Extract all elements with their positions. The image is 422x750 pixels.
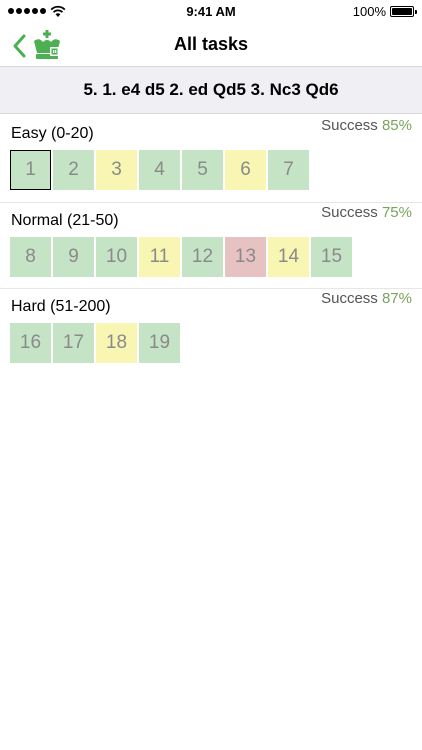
task-tile[interactable]: 15 bbox=[311, 237, 352, 277]
success-value: 75% bbox=[381, 204, 412, 221]
task-tile[interactable]: 11 bbox=[139, 237, 180, 277]
success-label: Success bbox=[321, 117, 378, 134]
task-tile[interactable]: 1 bbox=[10, 150, 51, 190]
section-normal: Normal (21-50) Success 75% 8 9 10 11 12 … bbox=[0, 202, 422, 288]
task-number: 12 bbox=[191, 246, 214, 267]
task-tile[interactable]: 17 bbox=[53, 323, 94, 363]
status-bar: 9:41 AM 100% bbox=[0, 0, 422, 24]
task-tile[interactable]: 2 bbox=[53, 150, 94, 190]
success-label: Success bbox=[321, 204, 378, 221]
task-number: 10 bbox=[105, 246, 128, 267]
section-easy: Easy (0-20) Success 85% 1 2 3 4 5 6 7 bbox=[0, 116, 422, 202]
section-title: Hard (51-200) bbox=[11, 298, 111, 315]
task-tile[interactable]: 3 bbox=[96, 150, 137, 190]
task-number: 16 bbox=[19, 332, 42, 353]
task-number: 1 bbox=[25, 159, 36, 180]
success-rate: Success 85% bbox=[321, 117, 412, 134]
task-number: 17 bbox=[62, 332, 85, 353]
task-tile[interactable]: 7 bbox=[268, 150, 309, 190]
battery-percentage: 100% bbox=[352, 4, 386, 19]
task-number: 8 bbox=[25, 246, 36, 267]
success-value: 85% bbox=[381, 117, 412, 134]
task-tile[interactable]: 14 bbox=[268, 237, 309, 277]
task-tile[interactable]: 16 bbox=[10, 323, 51, 363]
success-value: 87% bbox=[381, 290, 412, 307]
task-tile[interactable]: 19 bbox=[139, 323, 180, 363]
navigation-bar: All tasks bbox=[0, 24, 422, 66]
task-tile[interactable]: 10 bbox=[96, 237, 137, 277]
success-rate: Success 87% bbox=[321, 290, 412, 307]
task-tile[interactable]: 9 bbox=[53, 237, 94, 277]
lesson-title: 5. 1. e4 d5 2. ed Qd5 3. Nc3 Qd6 bbox=[0, 66, 422, 114]
task-number: 4 bbox=[154, 159, 165, 180]
task-tile[interactable]: 6 bbox=[225, 150, 266, 190]
section-title: Easy (0-20) bbox=[11, 125, 94, 142]
task-number: 2 bbox=[68, 159, 79, 180]
task-tile[interactable]: 12 bbox=[182, 237, 223, 277]
success-rate: Success 75% bbox=[321, 204, 412, 221]
task-tile[interactable]: 8 bbox=[10, 237, 51, 277]
page-title: All tasks bbox=[173, 34, 249, 54]
success-label: Success bbox=[321, 290, 378, 307]
task-tile[interactable]: 5 bbox=[182, 150, 223, 190]
task-grid: 1 2 3 4 5 6 7 bbox=[10, 150, 309, 190]
task-tile[interactable]: 13 bbox=[225, 237, 266, 277]
task-number: 7 bbox=[283, 159, 294, 180]
task-grid: 16 17 18 19 bbox=[10, 323, 180, 363]
task-grid: 8 9 10 11 12 13 14 15 bbox=[10, 237, 352, 277]
task-number: 3 bbox=[111, 159, 122, 180]
section-title: Normal (21-50) bbox=[11, 212, 119, 229]
task-tile[interactable]: 18 bbox=[96, 323, 137, 363]
task-number: 13 bbox=[234, 246, 257, 267]
task-number: 9 bbox=[68, 246, 79, 267]
task-tile[interactable]: 4 bbox=[139, 150, 180, 190]
task-number: 5 bbox=[197, 159, 208, 180]
task-number: 19 bbox=[148, 332, 171, 353]
battery-icon bbox=[390, 6, 417, 17]
task-number: 6 bbox=[240, 159, 251, 180]
task-number: 11 bbox=[149, 246, 170, 267]
task-number: 14 bbox=[277, 246, 300, 267]
task-number: 15 bbox=[320, 246, 343, 267]
task-number: 18 bbox=[105, 332, 128, 353]
section-hard: Hard (51-200) Success 87% 16 17 18 19 bbox=[0, 288, 422, 374]
